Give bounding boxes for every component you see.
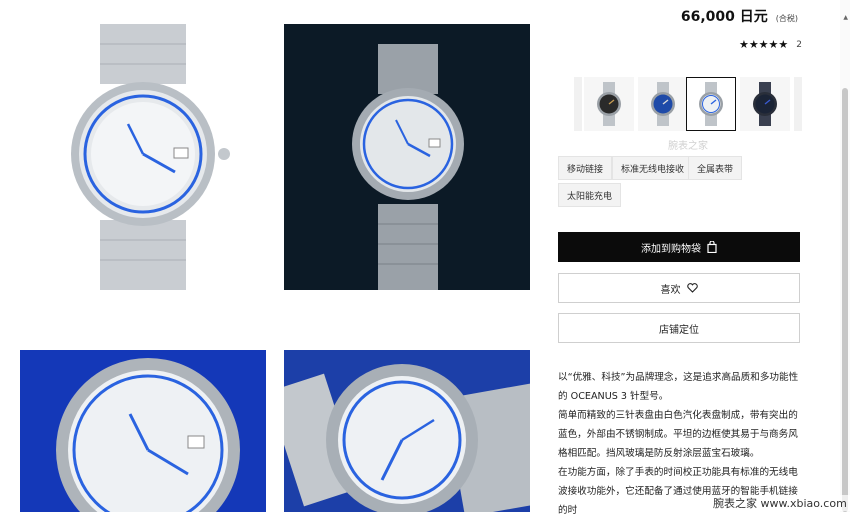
thumbs-next[interactable] — [794, 77, 802, 131]
thumbs-prev[interactable] — [574, 77, 582, 131]
description-paragraph-3: 在功能方面，除了手表的时间校正功能具有标准的无线电波接收功能外，它还配备了通过使… — [558, 467, 798, 516]
blue-dial-watch-icon — [651, 82, 675, 126]
scroll-up-arrow-icon[interactable]: ▲ — [843, 14, 848, 21]
description-paragraph-2: 简单而精致的三针表盘由白色汽化表盘制成，带有突出的蓝色，外部由不锈钢制成。平坦的… — [558, 410, 798, 459]
feature-tag-metal-band[interactable]: 全属表带 — [688, 156, 743, 180]
description-paragraph-1: 以“优雅、科技”为品牌理念，这是追求高品质和多功能性的 OCEANUS 3 针型… — [558, 372, 799, 402]
product-image-angle-blue-bg[interactable] — [284, 350, 530, 512]
variant-thumb-3-selected[interactable] — [686, 77, 736, 131]
watermark-corner: 腕表之家 www.xbiao.com — [710, 495, 850, 511]
variant-thumbnails — [574, 77, 802, 132]
feature-tag-radio-receive[interactable]: 标准无线电接收 — [612, 156, 694, 180]
review-count[interactable]: 2 — [796, 40, 802, 50]
shopping-bag-icon — [707, 241, 717, 253]
feature-tag-mobile-link[interactable]: 移动链接 — [558, 156, 613, 180]
like-label: 喜欢 — [660, 284, 681, 296]
product-image-front-dark-bg[interactable] — [284, 24, 530, 290]
feature-tag-solar[interactable]: 太阳能充电 — [558, 183, 622, 207]
product-image-closeup-blue-bg[interactable] — [20, 350, 266, 512]
watermark-center: 腕表之家 — [668, 141, 708, 152]
tax-note: (合税) — [775, 14, 798, 23]
add-to-cart-button[interactable]: 添加到购物袋 — [558, 232, 800, 262]
rating[interactable]: ★★★★★ 2 — [739, 38, 802, 51]
product-image-front-white-bg[interactable] — [20, 24, 266, 290]
add-to-cart-label: 添加到购物袋 — [641, 243, 701, 255]
like-button[interactable]: 喜欢 — [558, 273, 800, 303]
black-dial-watch-icon — [597, 82, 621, 126]
product-price: 66,000 日元 — [680, 9, 768, 25]
store-locator-label: 店铺定位 — [659, 324, 699, 336]
store-locator-button[interactable]: 店铺定位 — [558, 313, 800, 343]
white-dial-watch-icon — [699, 82, 723, 126]
variant-thumb-2[interactable] — [638, 77, 688, 131]
navy-watch-icon — [753, 82, 777, 126]
variant-thumb-4[interactable] — [740, 77, 790, 131]
price-row: 66,000 日元 (合税) — [681, 6, 798, 28]
scrollbar-thumb[interactable] — [842, 88, 848, 512]
variant-thumb-1[interactable] — [584, 77, 634, 131]
heart-icon — [686, 283, 698, 293]
star-rating-icon: ★★★★★ — [738, 38, 789, 51]
page-scrollbar[interactable]: ▲ — [840, 0, 850, 512]
